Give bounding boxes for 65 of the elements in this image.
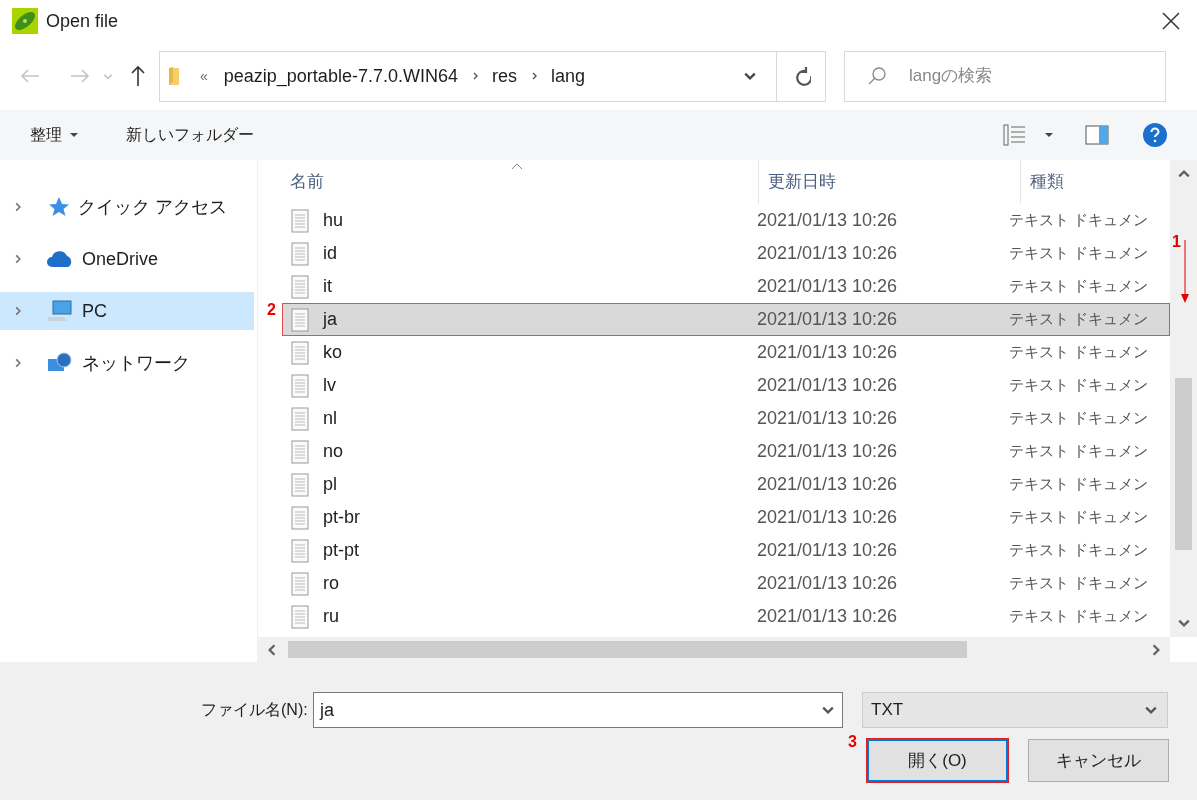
breadcrumb[interactable]: peazip_portable-7.7.0.WIN64 (223, 62, 458, 90)
file-row[interactable]: lv 2021/01/13 10:26 テキスト ドキュメン (282, 369, 1170, 402)
text-file-icon (291, 208, 309, 233)
help-icon[interactable] (1143, 123, 1167, 147)
annotation-arrow (1180, 240, 1190, 304)
file-row[interactable]: it 2021/01/13 10:26 テキスト ドキュメン (282, 270, 1170, 303)
breadcrumb[interactable]: res (491, 62, 517, 90)
text-file-icon (291, 307, 309, 332)
organize-menu[interactable]: 整理 (30, 123, 78, 147)
step-number: 3 (848, 732, 857, 752)
text-file-icon (291, 571, 309, 596)
text-file-icon (291, 406, 309, 431)
file-row[interactable]: ja 2021/01/13 10:26 テキスト ドキュメン (282, 303, 1170, 336)
view-options-icon[interactable] (1003, 123, 1027, 147)
filetype-dropdown[interactable]: TXT (862, 692, 1168, 728)
file-row[interactable]: pt-pt 2021/01/13 10:26 テキスト ドキュメン (282, 534, 1170, 567)
search-icon (867, 66, 887, 86)
horizontal-scrollbar[interactable] (258, 637, 1170, 662)
app-icon (12, 8, 38, 34)
dropdown-caret-icon[interactable] (1045, 131, 1053, 139)
vertical-scrollbar[interactable] (1170, 160, 1197, 637)
scrollbar-thumb[interactable] (288, 641, 967, 658)
file-row[interactable]: pt-br 2021/01/13 10:26 テキスト ドキュメン (282, 501, 1170, 534)
text-file-icon (291, 340, 309, 365)
open-button[interactable]: 開く(O) (867, 739, 1008, 782)
sidebar-item[interactable]: PC (0, 292, 254, 330)
sidebar-item[interactable]: OneDrive (0, 240, 254, 278)
file-row[interactable]: no 2021/01/13 10:26 テキスト ドキュメン (282, 435, 1170, 468)
file-row[interactable]: pl 2021/01/13 10:26 テキスト ドキュメン (282, 468, 1170, 501)
sidebar-item[interactable]: クイック アクセス (0, 188, 254, 226)
sidebar-item[interactable]: ネットワーク (0, 344, 254, 382)
file-row[interactable]: hu 2021/01/13 10:26 テキスト ドキュメン (282, 204, 1170, 237)
text-file-icon (291, 505, 309, 530)
text-file-icon (291, 472, 309, 497)
breadcrumb[interactable]: lang (550, 62, 585, 90)
file-row[interactable]: ko 2021/01/13 10:26 テキスト ドキュメン (282, 336, 1170, 369)
scrollbar-thumb[interactable] (1175, 378, 1192, 550)
text-file-icon (291, 604, 309, 629)
step-number: 1 (1172, 232, 1181, 252)
computer-icon (46, 299, 74, 323)
text-file-icon (291, 538, 309, 563)
file-row[interactable]: id 2021/01/13 10:26 テキスト ドキュメン (282, 237, 1170, 270)
preview-pane-icon[interactable] (1085, 125, 1109, 145)
text-file-icon (291, 373, 309, 398)
filename-field[interactable]: ja (313, 692, 843, 728)
search-field[interactable]: langの検索 (844, 50, 1166, 102)
breadcrumb-overflow[interactable]: « (200, 65, 208, 87)
column-header[interactable]: 名前 (258, 160, 758, 204)
filename-label: ファイル名(N): (201, 700, 309, 720)
file-row[interactable]: nl 2021/01/13 10:26 テキスト ドキュメン (282, 402, 1170, 435)
file-row[interactable]: ru 2021/01/13 10:26 テキスト ドキュメン (282, 600, 1170, 633)
step-number: 2 (267, 300, 276, 320)
column-header[interactable]: 更新日時 (758, 160, 1020, 204)
window-title: Open file (46, 9, 120, 33)
text-file-icon (291, 439, 309, 464)
text-file-icon (291, 274, 309, 299)
address-bar[interactable]: « peazip_portable-7.7.0.WIN64 res lang (159, 50, 826, 102)
sort-caret-icon (511, 162, 523, 170)
close-icon[interactable] (1161, 11, 1181, 31)
file-row[interactable]: ro 2021/01/13 10:26 テキスト ドキュメン (282, 567, 1170, 600)
new-folder-button[interactable]: 新しいフォルダー (126, 123, 254, 147)
text-file-icon (291, 241, 309, 266)
cancel-button[interactable]: キャンセル (1028, 739, 1169, 782)
caret-icon (70, 131, 78, 139)
cloud-icon (46, 249, 74, 269)
